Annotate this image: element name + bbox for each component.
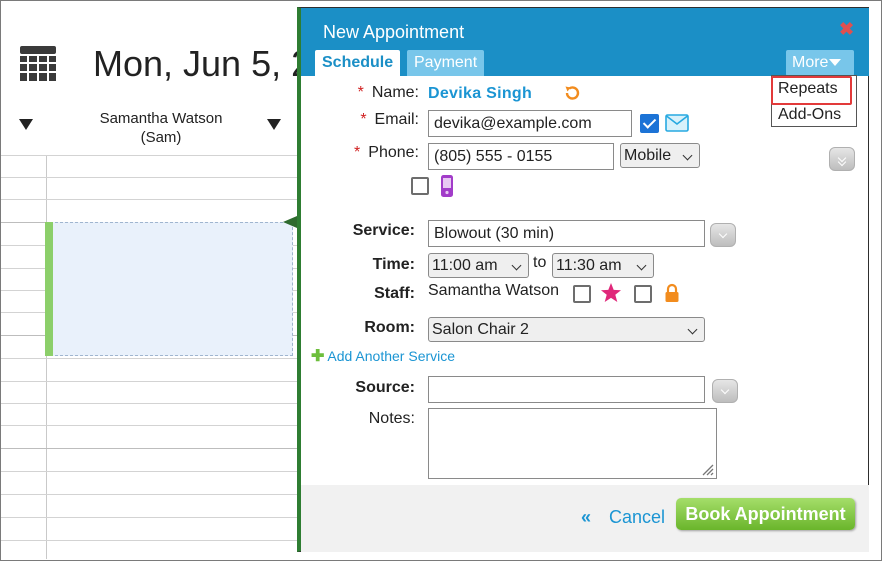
expand-icon[interactable] [829,147,855,171]
chevron-down-icon [829,59,842,67]
room-select[interactable]: Salon Chair 2 [428,317,705,342]
required-marker: * [354,144,361,161]
grid-line [1,494,301,495]
service-dropdown-button[interactable] [710,223,736,247]
chevron-down-icon [511,260,522,271]
staff-column-header: Samantha Watson (Sam) [61,109,261,147]
add-service-label: Add Another Service [327,348,456,364]
notes-label: Notes: [368,410,415,427]
phone-label-row: * Phone: [341,144,419,162]
grid-line [1,358,301,359]
grid-line [1,448,301,449]
service-field[interactable]: Blowout (30 min) [428,220,705,247]
tab-payment[interactable]: Payment [407,50,485,76]
add-another-service-link[interactable]: ✚ Add Another Service [311,346,455,366]
phone-field[interactable]: (805) 555 - 0155 [428,143,614,170]
calendar-grid-icon[interactable] [19,45,57,83]
staff-requested-checkbox[interactable] [573,285,591,303]
source-field[interactable] [428,376,705,403]
dialog-header: New Appointment ✖ Schedule Payment More [301,8,869,76]
email-label-row: * Email: [341,111,419,129]
start-time-select[interactable]: 11:00 am [428,253,529,278]
staff-value: Samantha Watson [428,282,560,299]
email-icon[interactable] [665,114,689,132]
phone-icon[interactable] [439,174,455,198]
lock-icon [665,283,679,302]
grid-line [1,155,301,156]
more-dropdown-button[interactable]: More [786,50,854,76]
time-label: Time: [372,256,415,273]
room-label: Room: [364,319,415,336]
more-label: More [792,54,829,71]
time-to-label: to [533,254,547,271]
cancel-label: Cancel [609,507,666,527]
star-icon [601,283,621,302]
grid-line [1,177,301,178]
book-appointment-button[interactable]: Book Appointment [676,498,855,530]
chevron-down-icon [682,150,693,161]
grid-line [1,471,301,472]
grid-line [1,199,301,200]
end-time-value: 11:30 am [556,257,622,274]
tab-schedule[interactable]: Schedule [315,50,401,76]
required-marker: * [357,84,364,101]
dialog-title: New Appointment [323,22,465,42]
source-dropdown-button[interactable] [712,379,738,403]
grid-line [1,403,301,404]
phone-label: Phone: [368,144,419,161]
pending-appointment-block[interactable] [45,222,293,356]
grid-line [1,517,301,518]
staff-lock-checkbox[interactable] [634,285,652,303]
close-icon[interactable]: ✖ [839,20,854,38]
start-time-value: 11:00 am [432,257,498,274]
cancel-button[interactable]: « Cancel [581,507,665,528]
menu-item-add-ons[interactable]: Add-Ons [778,106,841,124]
email-field[interactable]: devika@example.com [428,110,632,137]
dialog-pointer [283,216,297,228]
phone-type-value: Mobile [624,147,672,164]
sms-opt-in-checkbox[interactable] [411,177,429,195]
email-opt-in-checkbox[interactable] [640,114,659,133]
staff-column-nickname: (Sam) [140,129,182,146]
grid-divider [46,155,47,559]
grid-line [1,425,301,426]
service-label: Service: [352,222,415,239]
room-value: Salon Chair 2 [432,321,529,338]
plus-icon: ✚ [311,348,325,365]
end-time-select[interactable]: 11:30 am [552,253,654,278]
resize-grip-icon[interactable] [700,462,714,476]
repeats-highlight-box [771,76,852,105]
phone-type-select[interactable]: Mobile [620,143,700,168]
dialog-footer: « Cancel Book Appointment [301,485,869,552]
reset-icon[interactable] [563,84,581,102]
staff-column-caret-icon[interactable] [267,119,281,130]
time-grid[interactable] [1,155,301,559]
staff-label: Staff: [374,285,415,302]
grid-line [1,540,301,541]
notes-textarea[interactable] [428,408,717,479]
source-label: Source: [355,379,415,396]
email-label: Email: [374,111,419,128]
name-label-row: * Name: [341,84,419,102]
grid-line [1,381,301,382]
chevron-down-icon [687,324,698,335]
chevron-down-icon [636,260,647,271]
cancel-arrow-icon: « [581,507,592,527]
column-menu-caret-icon[interactable] [19,119,33,130]
client-name-link[interactable]: Devika Singh [428,85,532,103]
name-label: Name: [371,84,419,101]
required-marker: * [360,111,367,128]
appointment-status-bar [45,222,53,356]
staff-column-name: Samantha Watson [99,110,223,127]
calendar-date-heading: Mon, Jun 5, 20 [93,43,301,84]
